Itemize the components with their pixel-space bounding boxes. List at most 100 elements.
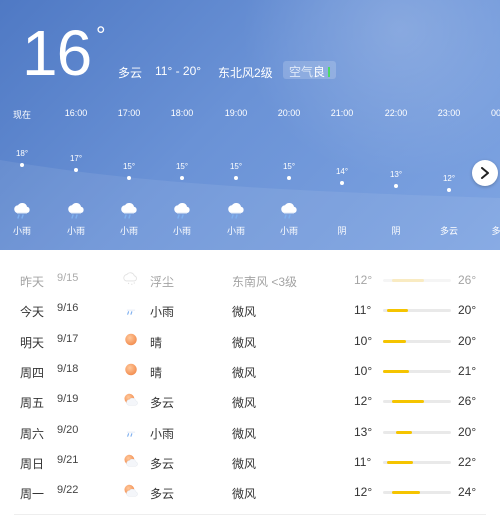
hour-time: 现在 (12, 110, 31, 120)
rain-cloud-icon (65, 202, 87, 220)
day-wind: 东南风 <3级 (232, 275, 298, 289)
hour-temperature: 17° (69, 154, 83, 163)
temperature-range-bar (387, 309, 409, 313)
hour-condition: 小雨 (66, 226, 85, 236)
day-high-temp: 24° (458, 485, 477, 500)
day-row[interactable]: 明天 9/17 晴 微风 10° 20° (0, 327, 500, 357)
day-wind: 微风 (232, 426, 257, 441)
next-hours-button[interactable] (472, 160, 498, 186)
day-name: 周四 (20, 365, 45, 380)
day-date: 9/22 (57, 484, 79, 497)
rain-cloud-icon (11, 202, 33, 220)
day-low-temp: 10° (354, 363, 373, 378)
current-condition: 多云 (118, 66, 143, 80)
day-low-temp: 11° (354, 303, 372, 318)
temperature-range-bar (395, 430, 413, 434)
degree-symbol: ° (96, 22, 106, 49)
hour-time: 00 (490, 108, 500, 118)
day-name: 周日 (20, 456, 45, 471)
rain-cloud-icon (122, 301, 140, 319)
hour-time: 17:00 (117, 108, 141, 118)
day-date: 9/17 (57, 332, 79, 345)
hour-condition: 小雨 (12, 226, 31, 236)
day-name: 今天 (20, 305, 45, 320)
hour-temperature-point (394, 184, 398, 188)
partly-cloudy-icon (122, 483, 140, 501)
day-high-temp: 20° (458, 424, 477, 439)
rain-cloud-icon (278, 202, 300, 220)
rain-cloud-icon (118, 202, 140, 220)
day-date: 9/18 (57, 362, 79, 375)
divider (14, 514, 486, 515)
day-row[interactable]: 周五 9/19 多云 微风 12° 26° (0, 387, 500, 417)
temperature-range-bar (391, 279, 425, 282)
hour-temperature: 15° (229, 162, 243, 171)
hour-condition: 阴 (337, 226, 347, 236)
today-range: 11° - 20° (155, 64, 202, 78)
temperature-range-track (383, 400, 451, 404)
hour-time: 19:00 (224, 108, 248, 118)
day-condition: 多云 (150, 487, 175, 502)
hour-temperature: 15° (175, 162, 189, 171)
hour-temperature: 18° (15, 149, 29, 158)
hour-temperature-point (127, 176, 131, 180)
day-high-temp: 26° (458, 273, 477, 287)
day-name: 周一 (20, 487, 45, 502)
chevron-right-icon (481, 167, 489, 179)
current-wind: 东北风2级 (218, 66, 273, 80)
partly-cloudy-icon (122, 392, 140, 410)
partly-cloudy-icon (122, 453, 140, 471)
temperature-range-bar (387, 460, 413, 464)
hour-time: 23:00 (437, 108, 461, 118)
hour-condition: 多 (491, 226, 500, 236)
day-high-temp: 20° (458, 303, 477, 318)
day-row[interactable]: 昨天 9/15 浮尘 东南风 <3级 12° 26° (0, 266, 500, 296)
temperature-range-bar (391, 400, 425, 404)
hour-condition: 小雨 (172, 226, 191, 236)
day-row[interactable]: 周四 9/18 晴 微风 10° 21° (0, 357, 500, 387)
day-condition: 浮尘 (150, 275, 175, 289)
temperature-range-track (383, 491, 451, 495)
day-row[interactable]: 周六 9/20 小雨 微风 13° 20° (0, 418, 500, 448)
temperature-range-track (383, 369, 451, 373)
temperature-range-bar (383, 369, 409, 373)
hour-condition: 小雨 (119, 226, 138, 236)
sun-icon (122, 332, 140, 350)
day-low-temp: 13° (354, 424, 373, 439)
hour-time: 18:00 (170, 108, 194, 118)
hour-temperature-point (287, 176, 291, 180)
hour-temperature-point (180, 176, 184, 180)
temperature-range-track (383, 309, 451, 313)
day-condition: 晴 (150, 365, 163, 380)
day-wind: 微风 (232, 487, 257, 502)
air-quality-indicator (328, 67, 331, 77)
air-quality-badge[interactable]: 空气良 (283, 61, 337, 79)
day-row[interactable]: 今天 9/16 小雨 微风 11° 20° (0, 296, 500, 326)
temperature-range-track (383, 339, 451, 343)
temperature-range-track (383, 279, 451, 282)
rain-cloud-icon (171, 202, 193, 220)
hour-condition: 小雨 (279, 226, 298, 236)
day-date: 9/19 (57, 393, 79, 406)
day-low-temp: 11° (354, 454, 372, 469)
hour-temperature-point (447, 188, 451, 192)
day-name: 周六 (20, 426, 45, 441)
hour-temperature: 12° (442, 174, 456, 183)
day-row[interactable]: 周一 9/22 多云 微风 12° 24° (0, 478, 500, 508)
dust-icon (122, 271, 140, 289)
hour-temperature: 14° (335, 167, 349, 176)
air-quality-label: 空气 (289, 65, 314, 79)
hour-temperature-point (20, 163, 24, 167)
hour-temperature: 15° (282, 162, 296, 171)
day-row[interactable]: 周日 9/21 多云 微风 11° 22° (0, 448, 500, 478)
day-high-temp: 22° (458, 454, 477, 469)
day-wind: 微风 (232, 365, 257, 380)
hour-temperature: 15° (122, 162, 136, 171)
day-name: 昨天 (20, 275, 45, 289)
day-high-temp: 21° (458, 363, 477, 378)
day-condition: 晴 (150, 335, 163, 350)
day-condition: 多云 (150, 396, 175, 411)
day-wind: 微风 (232, 396, 257, 411)
hour-condition: 小雨 (226, 226, 245, 236)
day-condition: 多云 (150, 456, 175, 471)
